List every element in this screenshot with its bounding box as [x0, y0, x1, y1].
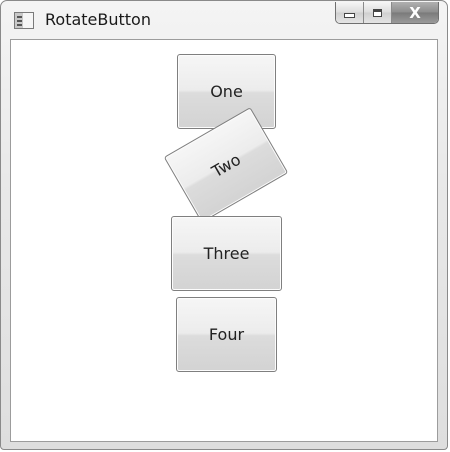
maximize-button[interactable]	[364, 2, 392, 23]
close-icon: X	[409, 3, 421, 22]
button-three[interactable]: Three	[171, 216, 282, 291]
title-bar[interactable]: RotateButton X	[1, 1, 447, 39]
window-title: RotateButton	[45, 10, 151, 29]
button-four[interactable]: Four	[176, 297, 277, 372]
client-area: One Two Three Four	[10, 39, 438, 442]
minimize-icon	[344, 13, 355, 18]
maximize-icon	[373, 8, 382, 17]
caption-buttons: X	[335, 2, 439, 24]
button-one[interactable]: One	[177, 54, 276, 129]
minimize-button[interactable]	[336, 2, 364, 23]
app-window: RotateButton X One Two Three Four	[0, 0, 448, 450]
app-window-icon[interactable]	[14, 12, 34, 29]
close-button[interactable]: X	[392, 2, 438, 23]
